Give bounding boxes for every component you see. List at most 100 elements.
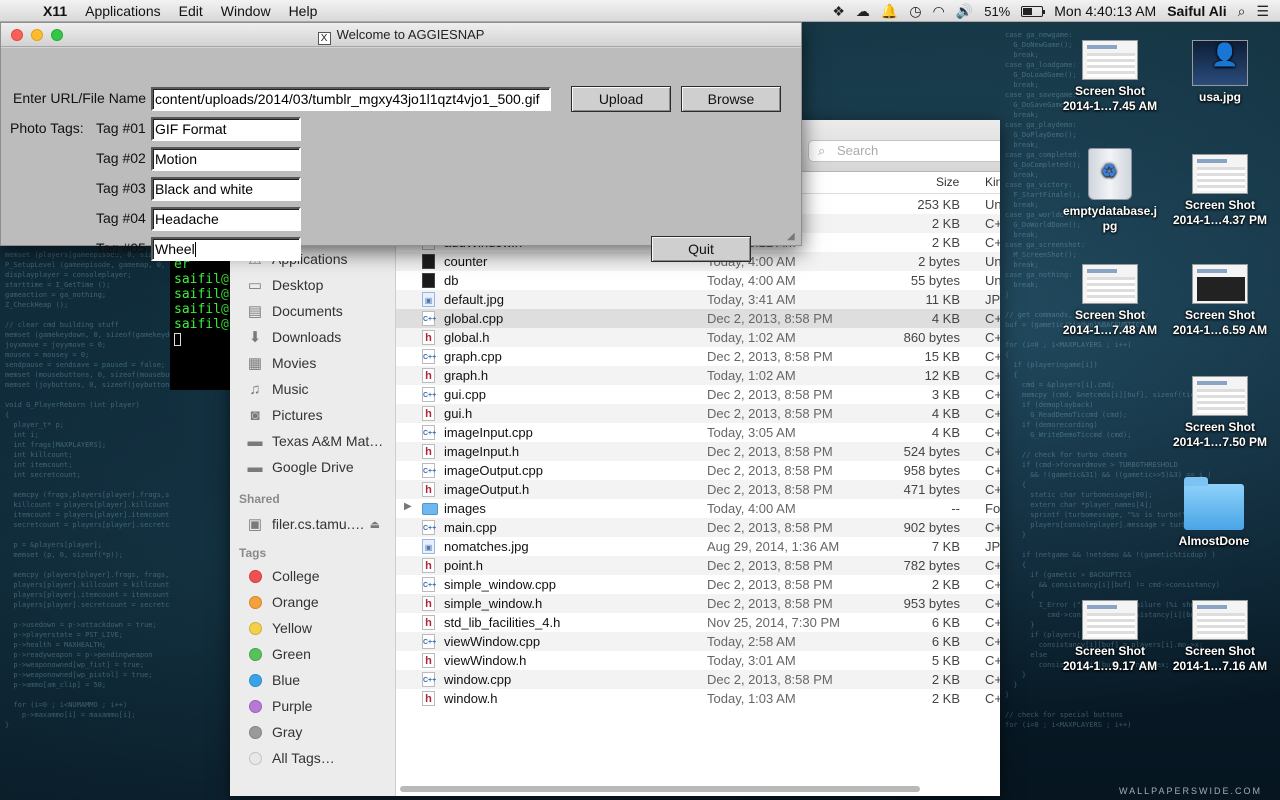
file-row[interactable]: h window.h Today, 1:03 AM 2 KB C+ — [396, 689, 1000, 708]
sidebar-tag[interactable]: Green — [244, 643, 311, 665]
sidebar-tag[interactable]: Yellow — [244, 617, 312, 639]
file-row[interactable]: C++ simple_window.cpp Dec 2, 2013, 8:58 PM… — [396, 575, 1000, 594]
resize-grip-icon[interactable]: ◢ — [787, 231, 799, 243]
desktop-icon[interactable]: AlmostDone — [1159, 477, 1269, 549]
header-file-icon: h — [422, 558, 435, 573]
tag-input-1[interactable]: GIF Format — [151, 117, 301, 141]
menu-edit[interactable]: Edit — [170, 3, 212, 19]
file-row[interactable]: ▣ nomatches.jpg Aug 29, 2014, 1:36 AM 7 KB J… — [396, 537, 1000, 556]
file-row[interactable]: h point.h Dec 2, 2013, 8:58 PM 782 bytes C+ — [396, 556, 1000, 575]
text-caret — [194, 242, 196, 257]
search-icon: ⌕ — [818, 143, 826, 158]
menu-window[interactable]: Window — [212, 3, 280, 19]
sidebar-item[interactable]: ▤ Documents — [244, 300, 343, 322]
sidebar-tag[interactable]: Gray — [244, 721, 302, 743]
header-file-icon: h — [422, 406, 435, 421]
file-row[interactable]: C++ viewWindow.cpp Today, 2:58 AM 6 KB C+ — [396, 632, 1000, 651]
sidebar-tag[interactable]: College — [244, 565, 319, 587]
wifi-icon[interactable]: ◠ — [933, 3, 945, 20]
sidebar-tag[interactable]: Orange — [244, 591, 319, 613]
column-header-size[interactable]: Size — [936, 175, 959, 189]
file-row[interactable]: h graph.h Today, 1:02 AM 12 KB C+ — [396, 366, 1000, 385]
sidebar-tag[interactable]: All Tags… — [244, 747, 335, 769]
desktop-icon[interactable]: Screen Shot 2014-1…7.16 AM — [1165, 600, 1275, 674]
sidebar-item[interactable]: ▬ Google Drive — [244, 456, 354, 478]
desktop-icon[interactable]: Screen Shot 2014-1…7.48 AM — [1055, 264, 1165, 338]
sidebar-item[interactable]: ▦ Movies — [244, 352, 316, 374]
sidebar-tag[interactable]: Purple — [244, 695, 312, 717]
desktop-icon[interactable]: Screen Shot 2014-1…6.59 AM — [1165, 264, 1275, 338]
window-titlebar[interactable]: X Welcome to AGGIESNAP — [1, 23, 801, 47]
aggiesnap-window[interactable]: X Welcome to AGGIESNAP Enter URL/File Nam… — [0, 22, 802, 262]
file-row[interactable]: C++ imageInput.cpp Today, 3:05 AM 4 KB C+ — [396, 423, 1000, 442]
file-row[interactable]: h viewWindow.h Today, 3:01 AM 5 KB C+ — [396, 651, 1000, 670]
sync-icon[interactable]: ☁ — [856, 3, 870, 20]
notification-icon[interactable]: 🔔 — [881, 3, 898, 20]
tag-input-2[interactable]: Motion — [151, 147, 301, 171]
file-row[interactable]: h simple_window.h Dec 2, 2013, 8:58 PM 953 … — [396, 594, 1000, 613]
desktop-icon[interactable]: usa.jpg — [1165, 40, 1275, 105]
menu-help[interactable]: Help — [280, 3, 327, 19]
trash-image-icon — [1088, 148, 1132, 200]
url-input[interactable]: content/uploads/2014/03/tumblr_mgxy43jo1… — [151, 87, 551, 111]
file-size: 2 KB — [931, 216, 960, 231]
file-row[interactable]: C++ main.cpp Dec 2, 2013, 8:58 PM 902 bytes… — [396, 518, 1000, 537]
file-name: nomatches.jpg — [444, 539, 529, 554]
sidebar-item-shared[interactable]: ▣ filer.cs.tamu.… ⏏ — [244, 513, 394, 535]
search-field[interactable]: ⌕ Search — [808, 140, 1000, 162]
user-name[interactable]: Saiful Ali — [1167, 3, 1226, 19]
tag-color-dot-icon — [249, 699, 262, 713]
browse-button[interactable]: Browse — [681, 86, 781, 112]
desktop-icon[interactable]: Screen Shot 2014-1…9.17 AM — [1055, 600, 1165, 674]
menu-applications[interactable]: Applications — [76, 3, 170, 19]
sidebar-item[interactable]: ⬇ Downloads — [244, 326, 342, 348]
menu-app-name[interactable]: X11 — [34, 3, 76, 19]
desktop-icon[interactable]: Screen Shot 2014-1…7.50 PM — [1165, 376, 1275, 450]
dropbox-icon[interactable]: ❖ — [832, 3, 845, 20]
sidebar-item[interactable]: ♫ Music — [244, 378, 308, 400]
screenshot-thumbnail-icon — [1192, 154, 1248, 194]
file-kind: C+ — [985, 311, 1000, 326]
menu-list-icon[interactable]: ☰ — [1256, 3, 1269, 20]
file-row[interactable]: C++ global.cpp Dec 2, 2013, 8:58 PM 4 KB C+ — [396, 309, 1000, 328]
eject-icon[interactable]: ⏏ — [370, 518, 380, 531]
file-row[interactable]: h global.h Today, 1:02 AM 860 bytes C+ — [396, 328, 1000, 347]
desktop-icon-sublabel: 2014-1…7.48 AM — [1062, 323, 1158, 337]
sidebar-item[interactable]: ▭ Desktop — [244, 274, 323, 296]
file-row[interactable]: h imageInput.h Dec 2, 2013, 8:58 PM 524 byt… — [396, 442, 1000, 461]
quit-button[interactable]: Quit — [651, 236, 751, 262]
desktop-icon[interactable]: Screen Shot 2014-1…7.45 AM — [1055, 40, 1165, 114]
file-date-modified: Today, 3:41 AM — [707, 292, 796, 307]
file-row[interactable]: C++ graph.cpp Dec 2, 2013, 8:58 PM 15 KB C+ — [396, 347, 1000, 366]
tag-input-5[interactable]: Wheel — [151, 237, 301, 261]
sidebar-item[interactable]: ▬ Texas A&M Mat… — [244, 430, 384, 452]
sidebar-tag[interactable]: Blue — [244, 669, 300, 691]
time-machine-icon[interactable]: ◷ — [909, 3, 921, 20]
file-row[interactable]: ▶ images Today, 4:00 AM -- Fo — [396, 499, 1000, 518]
movies-icon: ▦ — [247, 355, 263, 372]
file-row[interactable]: ▣ default.jpg Today, 3:41 AM 11 KB JP — [396, 290, 1000, 309]
battery-icon[interactable] — [1021, 5, 1046, 17]
screenshot-thumbnail-icon — [1192, 376, 1248, 416]
desktop-icon[interactable]: Screen Shot 2014-1…4.37 PM — [1165, 154, 1275, 228]
file-row[interactable]: C++ imageOutput.cpp Dec 2, 2013, 8:58 PM 95… — [396, 461, 1000, 480]
file-row[interactable]: h std_lib_facilities_4.h Nov 25, 2014, 7:3… — [396, 613, 1000, 632]
disclosure-triangle-icon[interactable]: ▶ — [404, 501, 412, 512]
terminal-window[interactable]: g++: er saifil@b saifil@b saifil@b saifi… — [170, 240, 230, 390]
desktop-icon[interactable]: emptydatabase.jpg — [1055, 148, 1165, 234]
file-row[interactable]: db Today, 4:00 AM 55 bytes Un — [396, 271, 1000, 290]
volume-icon[interactable]: 🔊 — [956, 3, 973, 20]
file-row[interactable]: h imageOutput.h Dec 2, 2013, 8:58 PM 471 by… — [396, 480, 1000, 499]
spotlight-icon[interactable]: ⌕ — [1238, 3, 1246, 20]
file-row[interactable]: h gui.h Dec 2, 2013, 8:58 PM 4 KB C+ — [396, 404, 1000, 423]
file-date-modified: Aug 29, 2014, 1:36 AM — [707, 539, 840, 554]
clock[interactable]: Mon 4:40:13 AM — [1054, 3, 1156, 19]
column-header-kind[interactable]: Kin — [985, 175, 1000, 189]
file-row[interactable]: C++ gui.cpp Dec 2, 2013, 8:58 PM 3 KB C+ — [396, 385, 1000, 404]
horizontal-scrollbar[interactable] — [400, 786, 920, 792]
file-row[interactable]: C++ window.cpp Dec 2, 2013, 8:58 PM 2 KB C+ — [396, 670, 1000, 689]
tag-input-3[interactable]: Black and white — [151, 177, 301, 201]
upload-button[interactable]: Upload — [571, 86, 671, 112]
tag-input-4[interactable]: Headache — [151, 207, 301, 231]
sidebar-item[interactable]: ◙ Pictures — [244, 404, 322, 426]
